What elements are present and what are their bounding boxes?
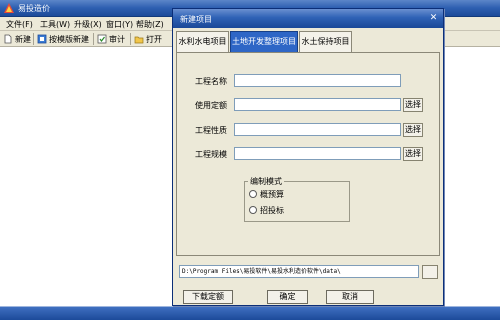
tab-panel: 工程名称 使用定额 选择 工程性质 选择 工程规模 选择 编制模式 概预算 招投… <box>176 52 440 256</box>
open-button[interactable]: 打开 <box>134 33 162 45</box>
menu-upgrade[interactable]: 升级(X) <box>74 19 102 30</box>
toolbar-separator <box>130 33 131 45</box>
data-path-field[interactable]: D:\Program Files\易投软件\易投水利造价软件\data\ <box>179 265 419 278</box>
toolbar-separator <box>33 33 34 45</box>
project-scale-label: 工程规模 <box>195 150 227 159</box>
new-project-dialog: 新建项目 ✕ 水利水电项目 土地开发整理项目 水土保持项目 工程名称 使用定额 … <box>172 8 444 306</box>
audit-button-label: 审计 <box>109 34 125 44</box>
tab-soil-conservation[interactable]: 水土保持项目 <box>299 31 352 52</box>
new-button[interactable]: 新建 <box>3 33 31 45</box>
radio-bidding[interactable] <box>249 206 257 214</box>
open-folder-icon <box>134 36 144 44</box>
menu-file[interactable]: 文件(F) <box>6 19 33 30</box>
new-from-template-button[interactable]: 按模版新建 <box>37 33 89 45</box>
compile-mode-legend: 编制模式 <box>248 176 284 187</box>
menu-tools[interactable]: 工具(W) <box>40 19 70 30</box>
radio-budget[interactable] <box>249 190 257 198</box>
tab-land-development[interactable]: 土地开发整理项目 <box>230 31 298 52</box>
new-button-label: 新建 <box>15 34 31 44</box>
menu-window[interactable]: 窗口(Y) <box>106 19 133 30</box>
quota-field[interactable] <box>234 98 401 111</box>
project-scale-field[interactable] <box>234 147 401 160</box>
dialog-title: 新建项目 <box>180 15 212 24</box>
app-logo-icon <box>4 3 14 13</box>
quota-label: 使用定额 <box>195 101 227 110</box>
project-nature-field[interactable] <box>234 123 401 136</box>
project-nature-label: 工程性质 <box>195 126 227 135</box>
tab-water-conservancy[interactable]: 水利水电项目 <box>176 31 229 52</box>
browse-path-button[interactable] <box>422 265 438 279</box>
audit-icon <box>97 34 107 44</box>
project-type-tabs: 水利水电项目 土地开发整理项目 水土保持项目 <box>176 31 440 52</box>
download-quota-button[interactable]: 下载定额 <box>183 290 233 304</box>
close-icon[interactable]: ✕ <box>428 13 439 24</box>
ok-button[interactable]: 确定 <box>267 290 308 304</box>
mode-option-budget[interactable]: 概预算 <box>249 189 284 199</box>
compile-mode-group: 编制模式 概预算 招投标 <box>244 176 350 222</box>
new-from-template-label: 按模版新建 <box>49 34 89 44</box>
template-icon <box>37 34 47 44</box>
radio-bidding-label: 招投标 <box>260 205 284 215</box>
scale-select-button[interactable]: 选择 <box>403 147 423 161</box>
audit-button[interactable]: 审计 <box>97 33 125 45</box>
open-button-label: 打开 <box>146 34 162 44</box>
new-file-icon <box>4 34 12 44</box>
cancel-button[interactable]: 取消 <box>326 290 374 304</box>
quota-select-button[interactable]: 选择 <box>403 98 423 112</box>
nature-select-button[interactable]: 选择 <box>403 123 423 137</box>
toolbar-separator <box>93 33 94 45</box>
project-name-field[interactable] <box>234 74 401 87</box>
app-title: 易投造价 <box>18 4 50 13</box>
radio-budget-label: 概预算 <box>260 189 284 199</box>
dialog-titlebar[interactable]: 新建项目 ✕ <box>173 9 443 28</box>
project-name-label: 工程名称 <box>195 77 227 86</box>
menu-help[interactable]: 帮助(Z) <box>136 19 164 30</box>
statusbar <box>0 306 500 320</box>
mode-option-bidding[interactable]: 招投标 <box>249 205 284 215</box>
